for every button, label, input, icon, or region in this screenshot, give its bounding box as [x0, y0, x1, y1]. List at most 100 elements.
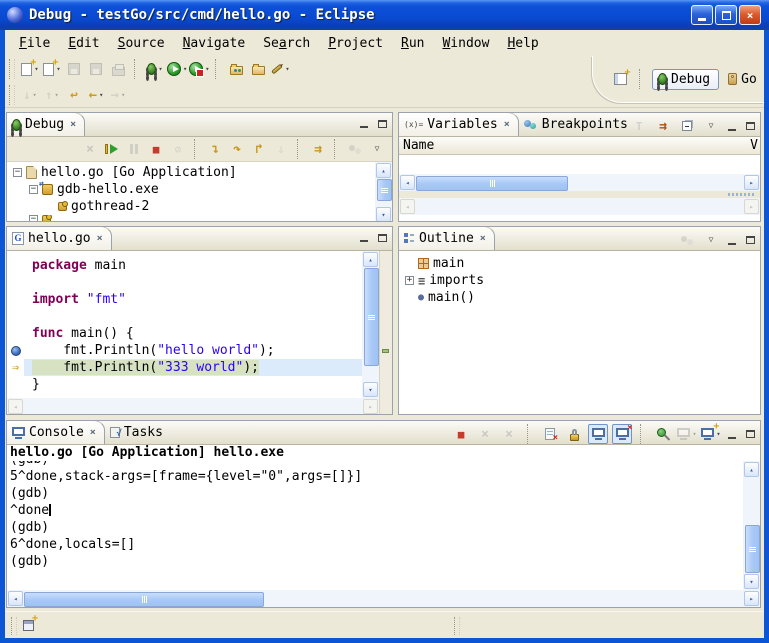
variables-detail-sash[interactable] — [399, 191, 760, 198]
show-stderr-button[interactable]: × — [612, 424, 632, 444]
debug-options-button[interactable] — [345, 139, 365, 159]
editor-gutter[interactable] — [7, 325, 24, 342]
close-icon[interactable]: × — [70, 119, 76, 130]
view-menu-button[interactable]: ▽ — [367, 139, 387, 159]
scrollbar-thumb[interactable] — [364, 268, 379, 366]
perspective-go[interactable]: Go — [722, 70, 763, 89]
code-editor-area[interactable]: package mainimport "fmt"func main() { fm… — [7, 251, 362, 398]
view-maximize-button[interactable] — [742, 119, 758, 134]
remove-all-terminated-button[interactable]: × — [499, 424, 519, 444]
view-menu-button[interactable]: ▽ — [701, 116, 721, 136]
scroll-up-button[interactable]: ▴ — [363, 252, 378, 267]
editor-overview-ruler[interactable] — [379, 251, 392, 398]
expand-expander-icon[interactable]: + — [405, 276, 414, 285]
scroll-down-button[interactable]: ▾ — [376, 207, 391, 222]
open-resource-button[interactable] — [248, 59, 268, 79]
save-all-button[interactable] — [86, 59, 106, 79]
tree-row[interactable]: − — [7, 215, 375, 222]
show-stdout-button[interactable] — [588, 424, 608, 444]
debug-launch-tree[interactable]: −hello.go [Go Application]−gdb-hello.exe… — [7, 162, 375, 222]
window-close-button[interactable]: × — [739, 5, 761, 25]
step-return-button[interactable]: ↱ — [249, 139, 269, 159]
tab-outline[interactable]: Outline× — [399, 226, 495, 250]
status-drag-handle[interactable] — [11, 617, 17, 635]
open-type-button[interactable] — [226, 59, 246, 79]
menu-help[interactable]: Help — [498, 34, 547, 53]
save-button[interactable] — [64, 59, 84, 79]
tab-tasks[interactable]: Tasks — [105, 421, 171, 444]
editor-gutter[interactable]: ⇒ — [7, 359, 24, 376]
editor-gutter[interactable] — [7, 274, 24, 291]
view-minimize-button[interactable] — [724, 427, 740, 442]
tab-variables[interactable]: (x)=Variables× — [399, 112, 519, 136]
view-maximize-button[interactable] — [742, 427, 758, 442]
variables-tree-area[interactable] — [399, 155, 760, 174]
outline-tree[interactable]: main+≡imports●main() — [399, 251, 760, 415]
scroll-left-button[interactable]: ◂ — [8, 591, 23, 606]
menu-file[interactable]: File — [10, 34, 59, 53]
terminate-button[interactable]: ■ — [451, 424, 471, 444]
drop-to-frame-button[interactable]: ⇓ — [271, 139, 291, 159]
external-tools-button[interactable]: ▾ — [189, 59, 209, 79]
open-console-button[interactable]: +▾ — [701, 424, 721, 444]
show-logical-structure-button[interactable]: ⇉ — [653, 116, 673, 136]
toolbar-drag-handle[interactable] — [9, 59, 15, 79]
scrollbar-thumb[interactable] — [24, 592, 264, 607]
horizontal-sash-top[interactable] — [6, 222, 761, 226]
editor-gutter[interactable] — [7, 257, 24, 274]
disconnect-button[interactable]: ⊘ — [168, 139, 188, 159]
view-maximize-button[interactable] — [374, 116, 390, 131]
menu-run[interactable]: Run — [392, 34, 433, 53]
search-button[interactable]: ▾ — [270, 59, 290, 79]
menu-source[interactable]: Source — [109, 34, 174, 53]
code-line[interactable] — [7, 274, 362, 291]
open-perspective-button[interactable] — [610, 69, 630, 89]
scroll-left-button[interactable]: ◂ — [400, 199, 415, 214]
view-minimize-button[interactable] — [724, 233, 740, 248]
fast-view-icon[interactable] — [23, 620, 34, 631]
scroll-left-button[interactable]: ◂ — [8, 399, 23, 414]
step-into-button[interactable]: ↴ — [205, 139, 225, 159]
close-icon[interactable]: × — [480, 233, 486, 244]
remove-all-terminated-button[interactable]: × — [80, 139, 100, 159]
collapse-expander-icon[interactable]: − — [29, 185, 38, 194]
back-button[interactable]: ←▾ — [86, 85, 106, 105]
step-filters-button[interactable]: ⇉ — [308, 139, 328, 159]
menu-search[interactable]: Search — [254, 34, 319, 53]
menu-project[interactable]: Project — [319, 34, 392, 53]
toolbar-drag-handle[interactable] — [9, 85, 15, 105]
next-annotation-button[interactable]: ↓▾ — [20, 85, 40, 105]
view-minimize-button[interactable] — [356, 230, 372, 245]
tab-breakpoints[interactable]: Breakpoints — [519, 113, 636, 136]
link-editor-button[interactable] — [677, 230, 697, 250]
scroll-down-button[interactable]: ▾ — [744, 574, 759, 589]
scroll-left-button[interactable]: ◂ — [400, 175, 415, 190]
scrollbar-thumb[interactable] — [745, 525, 760, 573]
view-menu-button[interactable]: ▽ — [701, 230, 721, 250]
status-drag-handle[interactable] — [454, 617, 460, 635]
forward-button[interactable]: →▾ — [108, 85, 128, 105]
breakpoint-icon[interactable] — [11, 346, 21, 356]
scrollbar-thumb[interactable] — [377, 179, 392, 201]
scroll-up-button[interactable]: ▴ — [744, 462, 759, 477]
code-line[interactable]: fmt.Println("hello world"); — [7, 342, 362, 359]
horizontal-sash-bottom[interactable] — [6, 415, 761, 420]
collapse-all-button[interactable] — [677, 116, 697, 136]
close-icon[interactable]: × — [97, 233, 103, 244]
print-button[interactable] — [108, 59, 128, 79]
editor-gutter[interactable] — [7, 308, 24, 325]
previous-annotation-button[interactable]: ↑▾ — [42, 85, 62, 105]
menu-navigate[interactable]: Navigate — [174, 34, 255, 53]
code-line[interactable]: func main() { — [7, 325, 362, 342]
scroll-down-button[interactable]: ▾ — [363, 382, 378, 397]
debug-button[interactable]: ▾ — [145, 59, 165, 79]
step-over-button[interactable]: ↷ — [227, 139, 247, 159]
view-maximize-button[interactable] — [374, 230, 390, 245]
resume-button[interactable] — [102, 139, 122, 159]
view-maximize-button[interactable] — [742, 233, 758, 248]
code-line[interactable]: } — [7, 376, 362, 393]
vertical-sash[interactable] — [393, 112, 398, 415]
perspective-debug[interactable]: Debug — [652, 69, 719, 90]
window-minimize-button[interactable] — [691, 5, 713, 25]
view-minimize-button[interactable] — [724, 119, 740, 134]
